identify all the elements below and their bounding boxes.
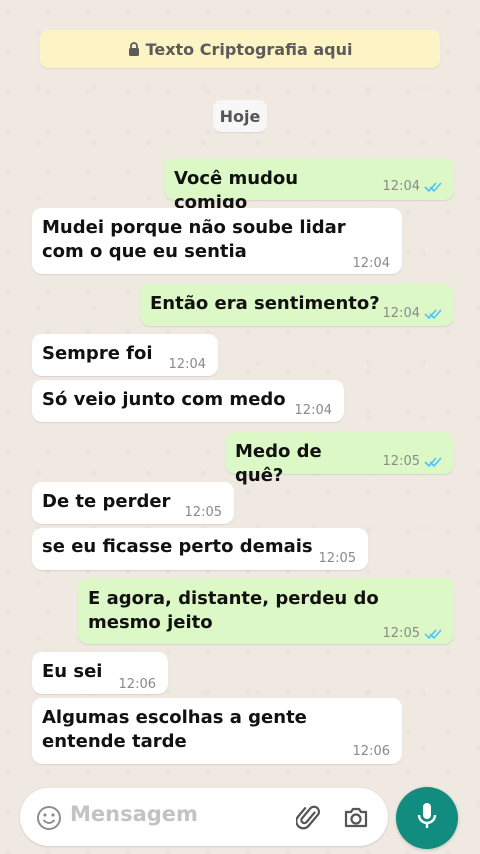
message-meta: 12:06 xyxy=(119,673,156,697)
emoji-icon[interactable] xyxy=(36,805,62,831)
message-time: 12:04 xyxy=(382,179,420,194)
message-time: 12:06 xyxy=(352,744,390,759)
read-ticks-icon xyxy=(424,628,442,640)
message-time: 12:04 xyxy=(294,403,332,418)
message-bubble-incoming[interactable]: Eu sei 12:06 xyxy=(32,652,168,694)
message-meta: 12:04 xyxy=(383,175,442,199)
message-meta: 12:04 xyxy=(353,252,390,276)
message-input[interactable]: Mensagem xyxy=(70,802,198,826)
message-bubble-incoming[interactable]: Sempre foi 12:04 xyxy=(32,334,218,376)
message-time: 12:05 xyxy=(382,626,420,641)
message-bubble-outgoing[interactable]: Então era sentimento? 12:04 xyxy=(140,284,454,326)
read-ticks-icon xyxy=(424,181,442,193)
message-bubble-incoming[interactable]: De te perder 12:05 xyxy=(32,482,234,524)
message-meta: 12:05 xyxy=(383,622,442,646)
message-time: 12:05 xyxy=(184,505,222,520)
message-text: Mudei porque não soube lidar com o que e… xyxy=(42,217,346,262)
microphone-button[interactable] xyxy=(396,787,458,849)
message-bubble-incoming[interactable]: Mudei porque não soube lidar com o que e… xyxy=(32,208,402,274)
paperclip-icon[interactable] xyxy=(295,804,324,832)
message-text: Eu sei xyxy=(42,661,103,682)
message-bubble-outgoing[interactable]: Medo de quê? 12:05 xyxy=(225,432,454,486)
message-text: se eu ficasse perto demais xyxy=(42,536,313,557)
message-bubble-outgoing[interactable]: E agora, distante, perdeu do mesmo jeito… xyxy=(78,578,454,644)
message-text: De te perder xyxy=(42,491,171,512)
message-text: Então era sentimento? xyxy=(150,293,380,314)
message-meta: 12:05 xyxy=(185,501,222,525)
message-text: Medo de quê? xyxy=(235,441,322,486)
message-text: Só veio junto com medo xyxy=(42,389,286,410)
read-ticks-icon xyxy=(424,308,442,320)
message-time: 12:04 xyxy=(168,357,206,372)
encryption-banner-text: Texto Criptografia aqui xyxy=(145,39,353,59)
message-bubble-outgoing[interactable]: Você mudou comigo 12:04 xyxy=(164,158,454,213)
message-time: 12:05 xyxy=(318,551,356,566)
message-time: 12:06 xyxy=(118,677,156,692)
message-meta: 12:04 xyxy=(295,399,332,423)
message-bubble-incoming[interactable]: Algumas escolhas a gente entende tarde 1… xyxy=(32,698,402,764)
message-text: Sempre foi xyxy=(42,343,153,364)
encryption-banner[interactable]: Texto Criptografia aqui xyxy=(40,30,440,68)
camera-icon[interactable] xyxy=(342,804,370,832)
message-meta: 12:04 xyxy=(169,353,206,377)
message-meta: 12:04 xyxy=(383,302,442,326)
message-meta: 12:05 xyxy=(383,450,442,474)
message-time: 12:05 xyxy=(382,454,420,469)
lock-icon xyxy=(128,42,140,56)
message-text: Algumas escolhas a gente entende tarde xyxy=(42,707,307,752)
message-bubble-incoming[interactable]: Só veio junto com medo 12:04 xyxy=(32,380,344,422)
date-chip: Hoje xyxy=(213,100,267,132)
microphone-icon xyxy=(415,801,439,835)
message-meta: 12:05 xyxy=(319,547,356,571)
message-time: 12:04 xyxy=(382,306,420,321)
message-time: 12:04 xyxy=(352,256,390,271)
message-meta: 12:06 xyxy=(353,740,390,764)
message-bubble-incoming[interactable]: se eu ficasse perto demais 12:05 xyxy=(32,528,368,570)
message-composer[interactable]: Mensagem xyxy=(20,788,388,846)
read-ticks-icon xyxy=(424,456,442,468)
